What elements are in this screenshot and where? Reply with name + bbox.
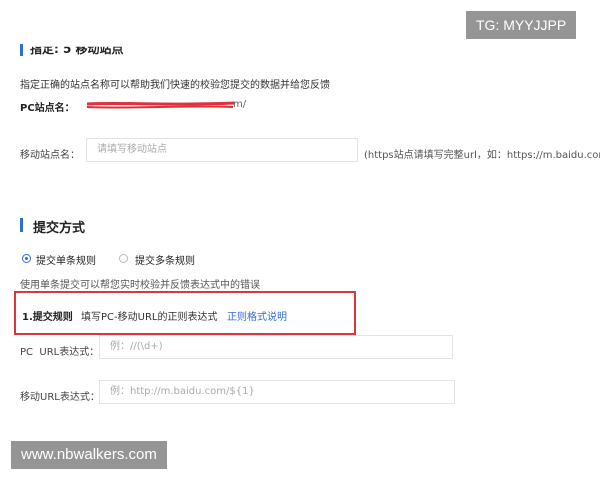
radio-multi[interactable] [119,254,128,263]
watermark-top-right: TG: MYYJJPP [466,11,577,39]
option-single-label: 提交单条规则 [36,256,96,267]
radio-single[interactable] [22,254,31,263]
rule-title: 1.提交规则 [22,312,73,323]
regex-help-link[interactable]: 正则格式说明 [227,308,287,323]
mobile-site-input[interactable]: 请填写移动站点 [86,138,358,162]
pc-site-suffix: m/ [233,99,247,110]
watermark-bottom-left: www.nbwalkers.com [11,441,167,469]
submit-section-marker [20,218,23,232]
option-multi-label: 提交多条规则 [135,256,195,267]
site-description: 指定正确的站点名称可以帮助我们快速的校验您提交的数据并给您反馈 [20,80,330,91]
mobile-site-label: 移动站点名： [20,150,80,161]
rule-description: 填写PC-移动URL的正则表达式 [81,312,218,323]
section-marker [20,44,23,56]
option-single[interactable]: 提交单条规则 [22,252,112,267]
redaction-scribble [86,101,236,109]
pc-site-value: m/ [85,99,247,113]
pc-site-label: PC站点名： [20,103,75,114]
mobile-url-input[interactable]: 例：http://m.baidu.com/${1} [99,380,455,404]
mobile-site-hint: (https站点请填写完整url，如：https://m.baidu.com [364,150,600,161]
submit-description: 使用单条提交可以帮您实时校验并反馈表达式中的错误 [20,280,260,291]
submit-section-title: 提交方式 [33,221,86,236]
pc-url-label: PC URL表达式： [20,347,100,358]
option-multi[interactable]: 提交多条规则 [119,252,209,267]
section-title-partial: 指定: 5 移动站点 [30,42,124,56]
mobile-url-label: 移动URL表达式： [20,392,100,403]
pc-url-input[interactable]: 例：//(\d+) [99,335,453,359]
